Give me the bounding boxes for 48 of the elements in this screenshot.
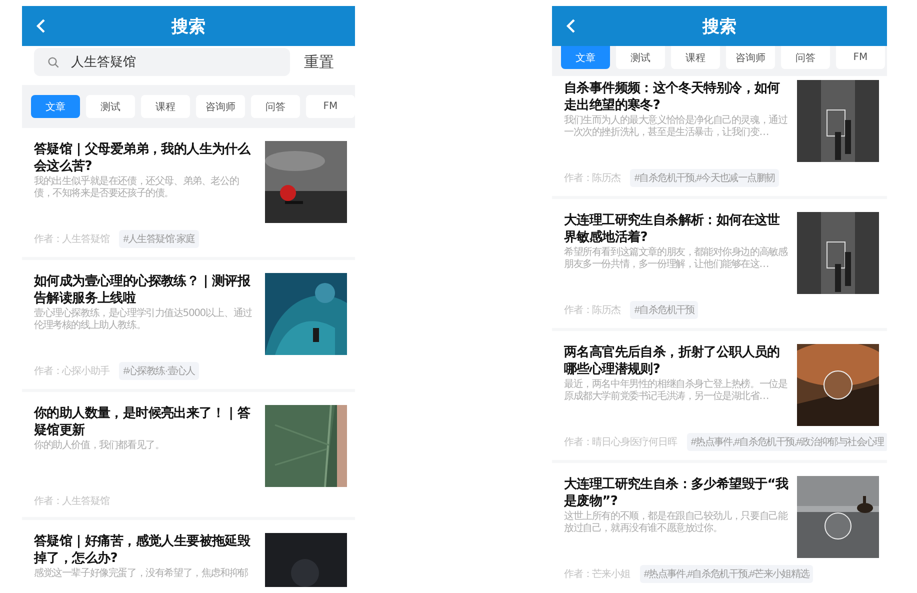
article-title: 如何成为壹心理的心探教练？ | 测评报告解读服务上线啦 — [34, 273, 252, 307]
article-title: 大连理工研究生自杀解析：如何在这世界敏感地活着? — [564, 212, 781, 246]
article-title: 自杀事件频频：这个冬天特别冷，如何走出绝望的寒冬? — [564, 80, 781, 114]
category-tab[interactable]: 问答 — [251, 95, 300, 118]
article-title: 你的助人数量，是时候亮出来了！ | 答疑馆更新 — [34, 405, 252, 439]
article-summary: 最近，两名中年男性的相继自杀身亡登上热榜。一位是原成都大学前党委书记毛洪涛，另一位是湖北省… — [564, 379, 788, 403]
category-tab[interactable]: 咨询师 — [196, 95, 245, 118]
article-summary: 我们生而为人的最大意义恰恰是净化自己的灵魂，通过一次次的挫折洗礼，甚至是生活暴击，让我们变… — [564, 115, 788, 139]
article-author: 作者：芒来小姐 — [564, 568, 630, 581]
page-title: 搜索 — [172, 16, 206, 38]
article-author: 作者：心探小助手 — [34, 364, 110, 378]
category-tab[interactable]: 课程 — [671, 46, 720, 69]
reset-button[interactable]: 重置 — [304, 52, 334, 72]
category-tab[interactable]: 问答 — [781, 46, 830, 69]
article-card[interactable]: 答疑馆 | 好痛苦，感觉人生要被拖延毁掉了，怎么办? 感觉这一辈子好像完蛋了，没有希望了，焦虑和抑郁 — [22, 520, 355, 587]
article-title: 答疑馆 | 父母爱弟弟，我的人生为什么会这么苦? — [34, 141, 252, 175]
page-title: 搜索 — [702, 16, 736, 38]
article-title: 答疑馆 | 好痛苦，感觉人生要被拖延毁掉了，怎么办? — [34, 533, 252, 567]
article-summary: 你的助人价值，我们都看见了。 — [34, 440, 166, 452]
article-card[interactable]: 大连理工研究生自杀解析：如何在这世界敏感地活着? 希望所有看到这篇文章的朋友，都能对你身边的高敏感朋友多一份共情，多一份理解，让他们能够在这… 作者：陈历杰 #自杀危机干预 — [552, 199, 887, 331]
category-tab[interactable]: FM — [836, 46, 885, 69]
back-icon[interactable] — [36, 19, 46, 33]
article-summary: 希望所有看到这篇文章的朋友，都能对你身边的高敏感朋友多一份共情，多一份理解，让他们能够在这… — [564, 247, 789, 271]
article-summary: 壹心理心探教练，是心理学引力值达5000以上、通过伦理考核的线上助人教练。 — [34, 308, 253, 332]
article-card[interactable]: 如何成为壹心理的心探教练？ | 测评报告解读服务上线啦 壹心理心探教练，是心理学引力值达5000以上、通过伦理考核的线上助人教练。 作者：心探小助手 #心探教练·壹心人 — [22, 260, 355, 392]
article-author: 作者：陈历杰 — [564, 172, 620, 185]
search-field[interactable]: 人生答疑馆 — [34, 48, 290, 76]
article-title: 大连理工研究生自杀：多少希望毁于“我是废物”? — [564, 476, 789, 510]
search-icon — [48, 56, 59, 68]
back-icon[interactable] — [566, 19, 576, 33]
category-tab[interactable]: 咨询师 — [726, 46, 775, 69]
article-summary: 我的出生似乎就是在还债，还父母、弟弟、老公的债，不知将来是否要还孩子的债。 — [34, 176, 240, 200]
article-card[interactable]: 大连理工研究生自杀：多少希望毁于“我是废物”? 这世上所有的不顺，都是在跟自己较劲儿，只要自己能放过自己，就再没有谁不愿意放过你。 作者：芒来小姐 #热点事件,#自杀危机干预,#芒来小姐精选 — [552, 463, 887, 587]
article-author: 作者：人生答疑馆 — [34, 494, 110, 508]
article-title: 两名高官先后自杀，折射了公职人员的哪些心理潜规则? — [564, 344, 781, 378]
article-card[interactable]: 两名高官先后自杀，折射了公职人员的哪些心理潜规则? 最近，两名中年男性的相继自杀身亡登上热榜。一位是原成都大学前党委书记毛洪涛，另一位是湖北省… 作者：晴日心身医疗何日晖 #热点事件,#自杀危机干预,#政治抑郁与社会心理 — [552, 331, 887, 463]
article-author: 作者：晴日心身医疗何日晖 — [564, 436, 677, 449]
article-summary: 感觉这一辈子好像完蛋了，没有希望了，焦虑和抑郁 — [34, 568, 249, 580]
category-tab[interactable]: 测试 — [616, 46, 665, 69]
article-author: 作者：陈历杰 — [564, 304, 620, 317]
article-card[interactable]: 答疑馆 | 父母爱弟弟，我的人生为什么会这么苦? 我的出生似乎就是在还债，还父母、弟弟、老公的债，不知将来是否要还孩子的债。 作者：人生答疑馆 #人生答疑馆·家庭 — [22, 128, 355, 260]
category-tab[interactable]: FM — [306, 95, 355, 118]
category-tab[interactable]: 课程 — [141, 95, 190, 118]
article-card[interactable]: 自杀事件频频：这个冬天特别冷，如何走出绝望的寒冬? 我们生而为人的最大意义恰恰是净化自己的灵魂，通过一次次的挫折洗礼，甚至是生活暴击，让我们变… 作者：陈历杰 #自杀危机干预,#今天也减一点鹏韧 — [552, 76, 887, 199]
article-author: 作者：人生答疑馆 — [34, 232, 110, 246]
category-tab[interactable]: 测试 — [86, 95, 135, 118]
article-card[interactable]: 你的助人数量，是时候亮出来了！ | 答疑馆更新 你的助人价值，我们都看见了。 作者：人生答疑馆 — [22, 392, 355, 520]
article-summary: 这世上所有的不顺，都是在跟自己较劲儿，只要自己能放过自己，就再没有谁不愿意放过你。 — [564, 511, 789, 535]
